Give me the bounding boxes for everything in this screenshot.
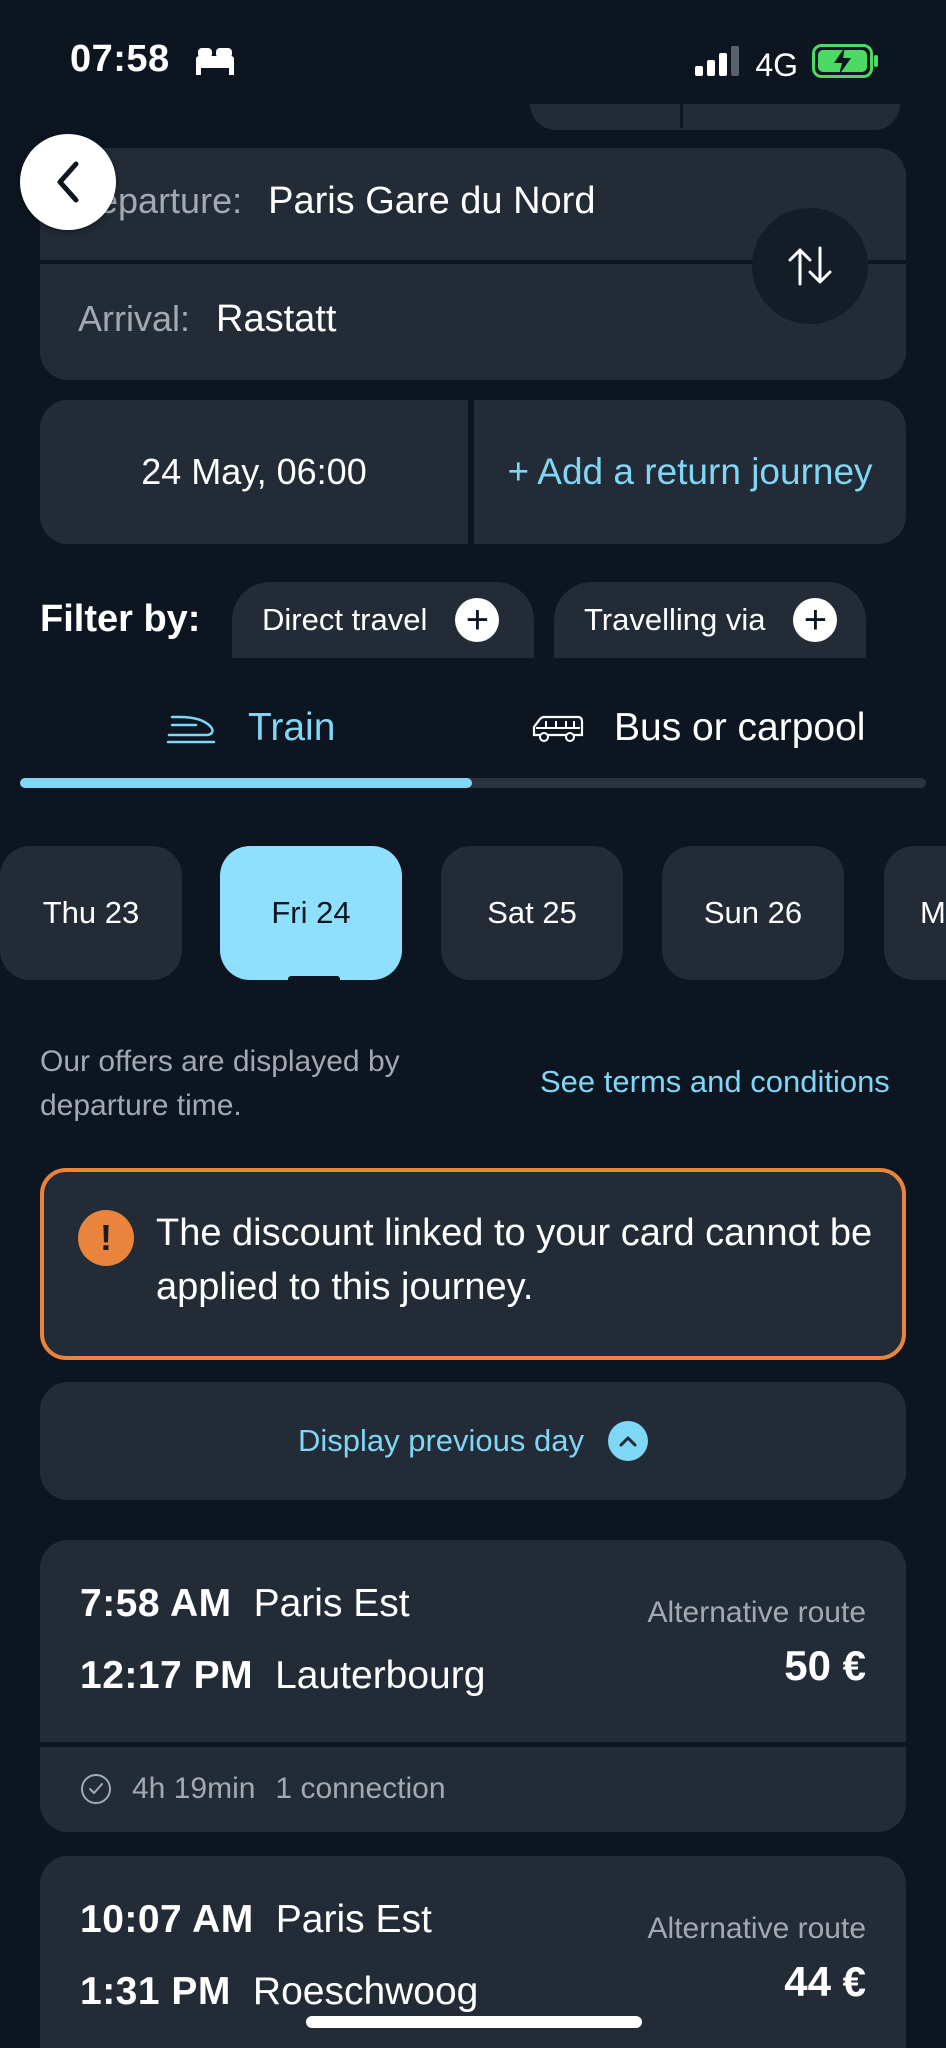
arrival-time: 12:17 PM (80, 1654, 254, 1697)
back-button[interactable] (20, 134, 116, 230)
tab-bus-or-carpool[interactable]: Bus or carpool (530, 700, 865, 756)
day-sat-25[interactable]: Sat 25 (441, 846, 623, 980)
connections: 1 connection (275, 1772, 446, 1805)
departure-time: 10:07 AM (80, 1898, 254, 1941)
previous-day-label: Display previous day (297, 1423, 585, 1458)
journey-departure: 10:07 AM Paris Est (80, 1898, 432, 1942)
chip-label: Direct travel (262, 602, 428, 637)
warning-icon: ! (78, 1210, 134, 1266)
journey-arrival: 12:17 PM Lauterbourg (80, 1654, 485, 1698)
price: 44 € (784, 1958, 866, 2005)
day-sun-26[interactable]: Sun 26 (662, 846, 844, 980)
collapsed-header-card (530, 104, 900, 130)
clock-check-icon (81, 1774, 111, 1804)
route-type: Alternative route (647, 1596, 866, 1629)
status-time: 07:58 (70, 38, 170, 80)
arrival-label: Arrival: (78, 298, 191, 339)
selected-day-notch (288, 976, 340, 982)
departure-station: Paris Est (253, 1582, 410, 1625)
divider (680, 104, 683, 128)
route-type: Alternative route (647, 1912, 866, 1945)
departure-field[interactable]: eparture: Paris Gare du Nord (98, 180, 595, 223)
filter-chip-travelling-via[interactable]: Travelling via + (554, 582, 866, 658)
journey-arrival: 1:31 PM Roeschwoog (80, 1970, 478, 2014)
journey-departure: 7:58 AM Paris Est (80, 1582, 410, 1626)
departure-time: 7:58 AM (80, 1582, 232, 1625)
filter-by-label: Filter by: (40, 598, 201, 640)
tab-label: Bus or carpool (614, 706, 866, 749)
tab-label: Train (248, 706, 336, 749)
day-thu-23[interactable]: Thu 23 (0, 846, 182, 980)
price: 50 € (784, 1642, 866, 1689)
bed-icon (194, 46, 236, 81)
journey-summary: 4h 19min 1 connection (80, 1772, 446, 1806)
chevron-left-icon (57, 161, 79, 203)
day-mon-27[interactable]: M (884, 846, 946, 980)
duration: 4h 19min (132, 1772, 256, 1805)
arrival-time: 1:31 PM (80, 1970, 231, 2013)
arrival-station: Roeschwoog (252, 1970, 479, 2013)
tab-active-indicator (20, 778, 472, 788)
network-type: 4G (755, 46, 798, 83)
tab-train[interactable]: Train (166, 700, 335, 756)
terms-and-conditions-link[interactable]: See terms and conditions (540, 1064, 890, 1100)
departure-station: Paris Est (275, 1898, 432, 1941)
train-icon (166, 715, 216, 744)
filter-chip-direct-travel[interactable]: Direct travel + (232, 582, 534, 658)
arrival-field[interactable]: Arrival: Rastatt (78, 298, 336, 341)
signal-bars-icon (695, 46, 741, 84)
chevron-up-icon (608, 1421, 649, 1461)
arrival-station: Lauterbourg (275, 1654, 486, 1697)
warning-text: The discount linked to your card cannot … (156, 1212, 873, 1308)
day-fri-24[interactable]: Fri 24 (220, 846, 402, 980)
plus-icon: + (793, 598, 838, 642)
display-previous-day-button[interactable]: Display previous day (40, 1382, 906, 1500)
battery-charging-icon (812, 44, 880, 86)
add-return-journey-button[interactable]: + Add a return journey (474, 400, 906, 544)
departure-value: Paris Gare du Nord (268, 180, 596, 222)
home-indicator[interactable] (306, 2016, 642, 2028)
swap-arrows-icon (788, 246, 832, 286)
arrival-value: Rastatt (216, 298, 337, 340)
departure-date-button[interactable]: 24 May, 06:00 (40, 400, 468, 544)
chip-label: Travelling via (584, 602, 766, 637)
swap-stations-button[interactable] (752, 208, 868, 324)
bus-car-icon (532, 715, 584, 742)
offers-note: Our offers are displayed by departure ti… (40, 1045, 400, 1122)
departure-label: eparture: (98, 180, 243, 221)
divider (40, 1742, 906, 1747)
plus-icon: + (455, 598, 500, 642)
